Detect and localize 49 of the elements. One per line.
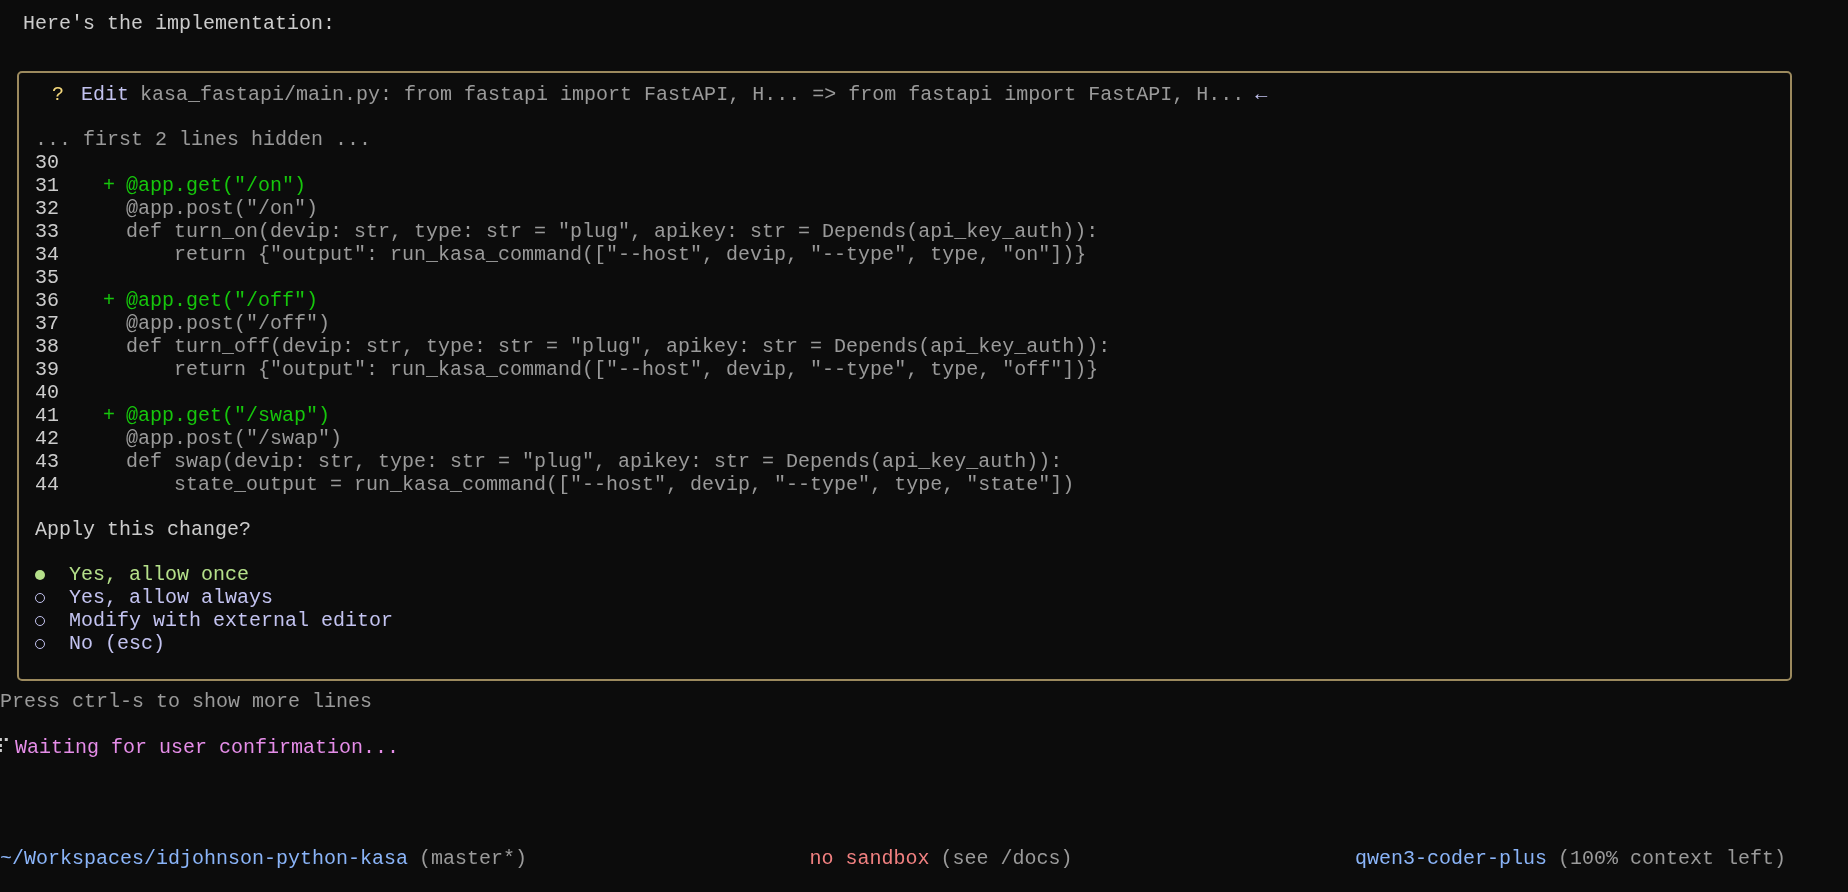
- option-item[interactable]: Modify with external editor: [35, 609, 394, 632]
- code-line: def turn_on(devip: str, type: str = "plug", apikey: str = Depends(api_key_auth)):: [126, 220, 1099, 243]
- code-line: @app.post("/on"): [126, 197, 319, 220]
- branch-text: (master*): [419, 847, 528, 870]
- option-item[interactable]: No (esc): [35, 632, 166, 655]
- code-line: return {"output": run_kasa_command(["--host", devip, "--type", type, "off"])}: [173, 358, 1099, 381]
- line-number: 44: [35, 473, 60, 496]
- line-number: 35: [35, 266, 60, 289]
- line-number: 34: [35, 243, 60, 266]
- action-label: Edit: [81, 83, 130, 106]
- code-line: return {"output": run_kasa_command(["--host", devip, "--type", type, "on"])}: [173, 243, 1087, 266]
- code-line: @app.post("/off"): [126, 312, 331, 335]
- added-marker: +: [103, 174, 115, 197]
- line-number: 33: [35, 220, 60, 243]
- line-number: 41: [35, 404, 60, 427]
- line-number: 30: [35, 151, 60, 174]
- context-text: (100% context left): [1557, 847, 1786, 870]
- line-number: 39: [35, 358, 60, 381]
- hint-text: Press ctrl-s to show more lines: [0, 690, 373, 713]
- line-number: 37: [35, 312, 60, 335]
- intro-text: Here's the implementation:: [22, 12, 336, 35]
- added-marker: +: [103, 289, 115, 312]
- line-number: 31: [35, 174, 60, 197]
- added-marker: +: [103, 404, 115, 427]
- sandbox-note: (see /docs): [940, 847, 1073, 870]
- code-line: def turn_off(devip: str, type: str = "plug", apikey: str = Depends(api_key_auth)):: [126, 335, 1111, 358]
- path-text: ~/Workspaces/idjohnson-python-kasa: [0, 847, 409, 870]
- line-number: 38: [35, 335, 60, 358]
- sandbox-text: no sandbox: [809, 847, 930, 870]
- code-line: @app.post("/swap"): [126, 427, 343, 450]
- code-line: state_output = run_kasa_command(["--host", devip, "--type", type, "state"]): [173, 473, 1075, 496]
- status-text: Waiting for user confirmation...: [15, 736, 400, 759]
- line-number: 42: [35, 427, 60, 450]
- option-item[interactable]: Yes, allow always: [35, 586, 274, 609]
- question-text: Apply this change?: [35, 518, 252, 541]
- code-line: def swap(devip: str, type: str = "plug", apikey: str = Depends(api_key_auth)):: [126, 450, 1063, 473]
- edit-summary: kasa_fastapi/main.py: from fastapi import FastAPI, H... => from fastapi import FastAPI, H...: [139, 83, 1245, 106]
- code-line: @app.get("/on"): [126, 174, 307, 197]
- arrow-glyph: ←: [1255, 83, 1268, 106]
- model-text: qwen3-coder-plus: [1354, 847, 1547, 870]
- option-item[interactable]: Yes, allow once: [35, 563, 250, 586]
- line-number: 43: [35, 450, 60, 473]
- question-mark: ?: [52, 83, 64, 106]
- hidden-lines-note: ... first 2 lines hidden ...: [35, 128, 373, 151]
- code-line: @app.get("/off"): [126, 289, 319, 312]
- line-number: 32: [35, 197, 60, 220]
- line-number: 36: [35, 289, 60, 312]
- line-number: 40: [35, 381, 60, 404]
- code-line: @app.get("/swap"): [126, 404, 331, 427]
